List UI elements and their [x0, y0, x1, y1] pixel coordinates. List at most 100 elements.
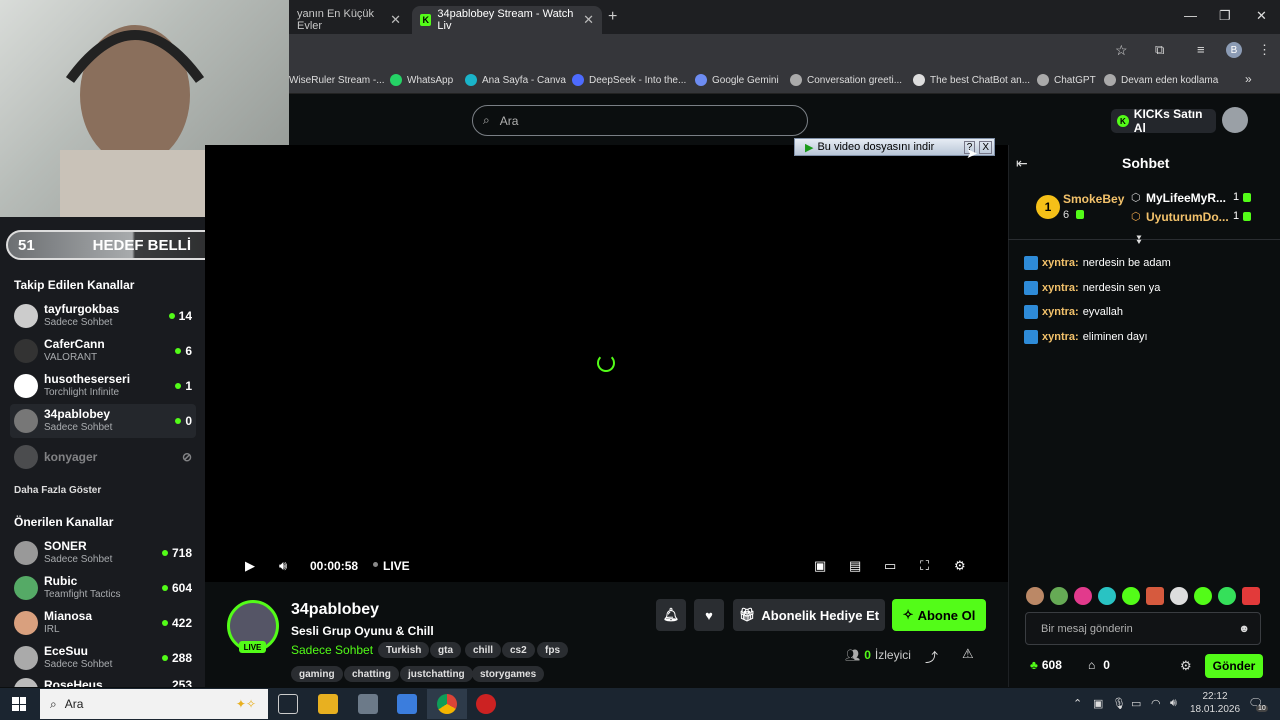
emote-icon[interactable]	[1026, 587, 1044, 605]
streamer-name[interactable]: 34pablobey	[291, 601, 379, 619]
close-window-icon[interactable]: ✕	[1256, 8, 1267, 24]
maximize-icon[interactable]: ❐	[1219, 8, 1231, 24]
expand-leaderboard-icon[interactable]: ⏬︎	[1137, 233, 1143, 248]
tray-app-icon[interactable]: ▣	[1093, 697, 1103, 710]
more-bookmarks-icon[interactable]: »	[1245, 72, 1252, 86]
chat-username[interactable]: xyntra:	[1042, 306, 1079, 318]
notification-bell-button[interactable]: 🔔︎	[656, 599, 686, 631]
channel-points[interactable]: ♣ 608	[1030, 658, 1062, 672]
file-explorer-icon[interactable]	[318, 694, 338, 714]
tag[interactable]: fps	[537, 642, 568, 658]
windows-start-icon[interactable]	[12, 697, 26, 711]
extensions-icon[interactable]: ⧉	[1155, 42, 1164, 58]
close-tab-icon[interactable]: ✕	[390, 12, 401, 28]
chat-username[interactable]: xyntra:	[1042, 257, 1079, 269]
subscribe-button[interactable]: ✧ Abone Ol	[892, 599, 986, 631]
bookmark-wiseruler[interactable]: WiseRuler Stream -...	[289, 72, 385, 88]
task-view-icon[interactable]	[278, 694, 298, 714]
emote-icon[interactable]	[1170, 587, 1188, 605]
chrome-icon[interactable]	[437, 694, 457, 714]
leader-name[interactable]: SmokeBey	[1063, 192, 1124, 206]
volume-icon[interactable]: 🔊︎	[279, 558, 287, 574]
chat-username[interactable]: xyntra:	[1042, 282, 1079, 294]
chat-username[interactable]: xyntra:	[1042, 331, 1079, 343]
recommended-channel[interactable]: Rubic Teamfight Tactics 604	[10, 571, 196, 605]
chat-input[interactable]: Bir mesaj gönderin ☻	[1025, 612, 1261, 645]
bookmark-conversation[interactable]: Conversation greeti...	[790, 72, 902, 88]
mini-player-icon[interactable]: ▣	[814, 558, 826, 574]
followed-channel[interactable]: CaferCann VALORANT 6	[10, 334, 196, 368]
emote-icon[interactable]	[1194, 587, 1212, 605]
download-video-bar[interactable]: ▶ Bu video dosyasını indir ? X	[794, 138, 995, 156]
send-button[interactable]: Gönder	[1205, 654, 1263, 678]
stream-category[interactable]: Sadece Sohbet	[291, 643, 373, 657]
obs-icon[interactable]	[476, 694, 496, 714]
bookmark-chatbot[interactable]: The best ChatBot an...	[913, 72, 1030, 88]
tag[interactable]: chatting	[344, 666, 399, 682]
new-tab-button[interactable]: +	[608, 8, 617, 26]
close-tab-icon[interactable]: ✕	[583, 12, 594, 28]
bookmark-canva[interactable]: Ana Sayfa - Canva	[465, 72, 566, 88]
recommended-channel-partial[interactable]: RoseHeus 253	[10, 676, 196, 687]
bookmark-chatgpt[interactable]: ChatGPT	[1037, 72, 1096, 88]
browser-menu-icon[interactable]: ⋮	[1258, 42, 1271, 58]
tag[interactable]: storygames	[472, 666, 545, 682]
play-button[interactable]: ▶	[245, 558, 255, 574]
store-button[interactable]: ⌂ 0	[1088, 658, 1110, 672]
show-more-link[interactable]: Daha Fazla Göster	[14, 485, 101, 496]
app-icon[interactable]	[358, 694, 378, 714]
emote-icon[interactable]	[1050, 587, 1068, 605]
theater-mode-icon[interactable]: ▭	[884, 558, 896, 574]
emote-icon[interactable]	[1098, 587, 1116, 605]
buy-kicks-button[interactable]: K KICKs Satın Al	[1111, 107, 1216, 135]
battery-icon[interactable]: ▭	[1131, 697, 1141, 710]
collapse-chat-icon[interactable]: ⇤	[1016, 155, 1028, 172]
user-avatar[interactable]	[1222, 107, 1248, 133]
tag[interactable]: chill	[465, 642, 502, 658]
recommended-channel[interactable]: EceSuu Sadece Sohbet 288	[10, 641, 196, 675]
emote-icon[interactable]	[1074, 587, 1092, 605]
tab-1[interactable]: yanın En Küçük Evler ✕	[289, 6, 409, 34]
tray-chevron-icon[interactable]: ⌃	[1073, 697, 1082, 710]
taskbar-clock[interactable]: 22:12 18.01.2026	[1190, 690, 1240, 716]
settings-gear-icon[interactable]: ⚙	[954, 558, 966, 574]
tag[interactable]: gaming	[291, 666, 343, 682]
tag[interactable]: gta	[430, 642, 461, 658]
live-label[interactable]: LIVE	[383, 559, 410, 573]
leader-name[interactable]: UyuturumDo...	[1146, 210, 1229, 224]
clip-icon[interactable]: ▤	[849, 558, 861, 574]
bookmark-whatsapp[interactable]: WhatsApp	[390, 72, 453, 88]
tag[interactable]: Turkish	[378, 642, 430, 658]
bookmark-gemini[interactable]: Google Gemini	[695, 72, 779, 88]
media-icon[interactable]: ≡	[1197, 42, 1205, 57]
emote-icon[interactable]	[1218, 587, 1236, 605]
wifi-icon[interactable]: ◠	[1151, 697, 1161, 710]
recommended-channel[interactable]: SONER Sadece Sohbet 718	[10, 536, 196, 570]
tag[interactable]: cs2	[502, 642, 535, 658]
emote-icon[interactable]	[1122, 587, 1140, 605]
followed-channel-selected[interactable]: 34pablobey Sadece Sohbet 0	[10, 404, 196, 438]
fullscreen-icon[interactable]: ⛶	[920, 558, 929, 574]
emote-icon[interactable]	[1242, 587, 1260, 605]
followed-channel[interactable]: husotheserseri Torchlight Infinite 1	[10, 369, 196, 403]
minimize-icon[interactable]: —	[1184, 8, 1197, 23]
store-app-icon[interactable]	[397, 694, 417, 714]
gift-subscription-button[interactable]: 🎁︎ Abonelik Hediye Et	[733, 599, 885, 631]
tag[interactable]: justchatting	[400, 666, 473, 682]
follow-heart-button[interactable]: ♥	[694, 599, 724, 631]
bookmark-kodlama[interactable]: Devam eden kodlama	[1104, 72, 1218, 88]
microphone-icon[interactable]: 🎙︎	[1112, 697, 1126, 710]
close-icon[interactable]: X	[979, 140, 992, 154]
star-icon[interactable]: ☆	[1115, 42, 1128, 59]
report-warning-icon[interactable]: ⚠	[962, 646, 974, 662]
chat-settings-icon[interactable]: ⚙	[1180, 658, 1192, 674]
emote-icon[interactable]	[1146, 587, 1164, 605]
followed-channel[interactable]: tayfurgokbas Sadece Sohbet 14	[10, 299, 196, 333]
tab-active[interactable]: K 34pablobey Stream - Watch Liv ✕	[412, 6, 602, 34]
profile-avatar[interactable]: B	[1226, 42, 1242, 58]
speaker-icon[interactable]: 🔊︎	[1170, 697, 1177, 710]
search-input[interactable]: ⌕ Ara	[472, 105, 808, 136]
offline-channel[interactable]: konyager ⊘	[10, 440, 196, 474]
share-icon[interactable]: ⤴	[925, 647, 938, 666]
taskbar-search-input[interactable]: ⌕ Ara ✦✧	[40, 689, 268, 719]
